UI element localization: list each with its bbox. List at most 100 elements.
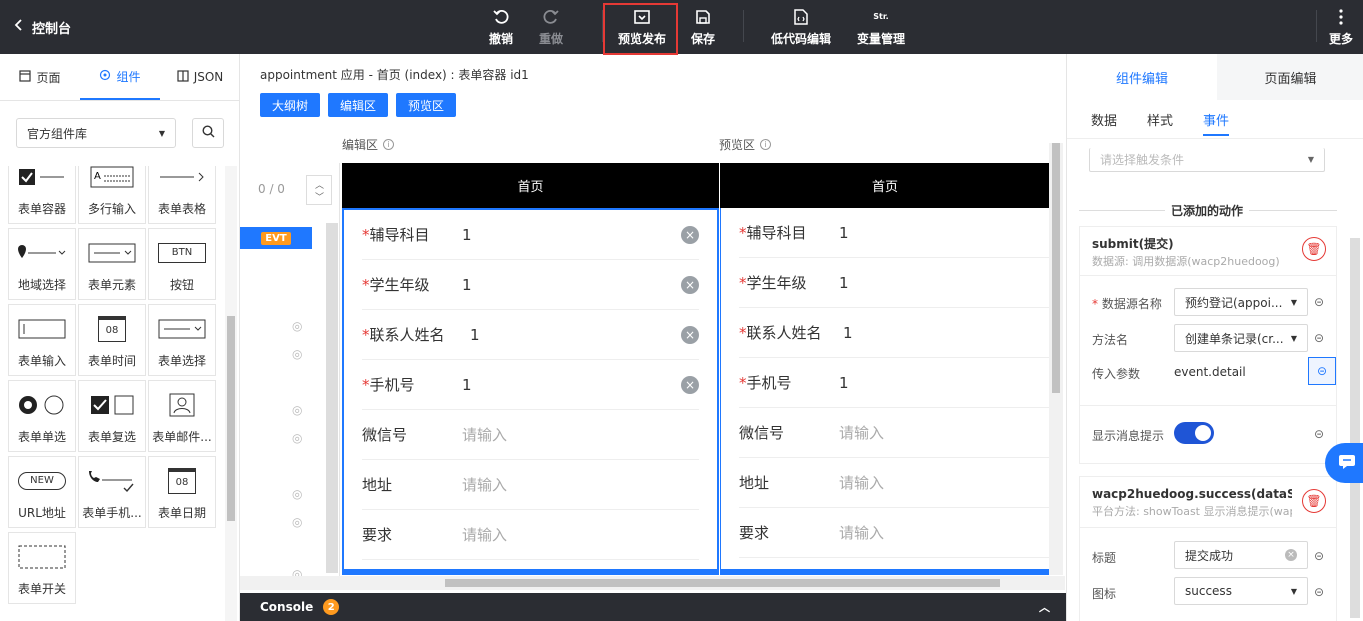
back-to-console-button[interactable]: 控制台 bbox=[14, 16, 71, 38]
subtab-events[interactable]: 事件 bbox=[1203, 110, 1229, 129]
left-scrollbar[interactable] bbox=[225, 166, 237, 621]
undo-button[interactable]: 撤销 bbox=[483, 4, 519, 50]
field-placeholder[interactable]: 请输入 bbox=[462, 424, 507, 445]
eye-icon[interactable]: ◎ bbox=[292, 487, 302, 501]
component-date[interactable]: 08 表单日期 bbox=[148, 456, 216, 528]
chevron-up-icon[interactable]: ︿ bbox=[1039, 599, 1050, 615]
clear-icon[interactable]: × bbox=[681, 375, 699, 394]
field-value[interactable]: 1 bbox=[839, 274, 849, 292]
component-checkbox[interactable]: 表单复选 bbox=[78, 380, 146, 452]
info-icon[interactable]: i bbox=[760, 139, 772, 150]
form-field-row[interactable]: 地址 请输入 bbox=[739, 458, 1049, 508]
toast-title-input[interactable]: 提交成功 × bbox=[1174, 541, 1308, 569]
save-button[interactable]: 保存 bbox=[686, 4, 720, 50]
eye-icon[interactable]: ◎ bbox=[292, 515, 302, 529]
tab-components[interactable]: 组件 bbox=[80, 54, 160, 100]
form-field-row[interactable]: *手机号 1 × bbox=[362, 360, 699, 410]
clear-icon[interactable]: × bbox=[681, 325, 699, 344]
link-icon[interactable]: ⊝ bbox=[1314, 295, 1324, 309]
scroll-thumb[interactable] bbox=[445, 579, 1000, 587]
eye-icon[interactable]: ◎ bbox=[292, 431, 302, 445]
component-textarea[interactable]: A 多行输入 bbox=[78, 166, 146, 224]
chat-help-button[interactable] bbox=[1325, 443, 1363, 483]
console-bar[interactable]: Console 2 ︿ bbox=[240, 593, 1066, 621]
link-icon[interactable]: ⊝ bbox=[1314, 585, 1324, 599]
tab-pages[interactable]: 页面 bbox=[0, 54, 80, 100]
edit-area-button[interactable]: 编辑区 bbox=[328, 93, 388, 117]
component-form-container[interactable]: 表单容器 bbox=[8, 166, 76, 224]
tab-component-edit[interactable]: 组件编辑 bbox=[1067, 54, 1217, 100]
component-button[interactable]: BTN 按钮 bbox=[148, 228, 216, 300]
form-field-row[interactable]: *手机号 1 bbox=[739, 358, 1049, 408]
method-select[interactable]: 创建单条记录(cr... ▼ bbox=[1174, 324, 1308, 352]
form-field-row[interactable]: 微信号 请输入 bbox=[739, 408, 1049, 458]
clear-icon[interactable]: × bbox=[681, 225, 699, 244]
lowcode-edit-button[interactable]: 低代码编辑 bbox=[768, 4, 834, 50]
component-phone[interactable]: 表单手机... bbox=[78, 456, 146, 528]
link-icon[interactable]: ⊝ bbox=[1314, 549, 1324, 563]
field-placeholder[interactable]: 请输入 bbox=[839, 522, 884, 543]
toast-icon-select[interactable]: success ▼ bbox=[1174, 577, 1308, 605]
link-icon[interactable]: ⊝ bbox=[1308, 357, 1336, 385]
form-field-row[interactable]: 微信号 请输入 bbox=[362, 410, 699, 460]
params-value[interactable]: event.detail bbox=[1174, 365, 1246, 379]
delete-action-button[interactable]: 🗑 bbox=[1302, 489, 1326, 513]
form-field-row[interactable]: *学生年级 1 bbox=[739, 258, 1049, 308]
field-value[interactable]: 1 bbox=[462, 226, 472, 244]
component-form-select[interactable]: 表单选择 bbox=[148, 304, 216, 376]
eye-icon[interactable]: ◎ bbox=[292, 319, 302, 333]
redo-button[interactable]: 重做 bbox=[533, 4, 569, 50]
eye-icon[interactable]: ◎ bbox=[292, 347, 302, 361]
form-field-row[interactable]: *辅导科目 1 bbox=[739, 208, 1049, 258]
link-icon[interactable]: ⊝ bbox=[1314, 427, 1324, 441]
delete-action-button[interactable]: 🗑 bbox=[1302, 237, 1326, 261]
field-placeholder[interactable]: 请输入 bbox=[839, 422, 884, 443]
scroll-thumb[interactable] bbox=[1052, 143, 1060, 393]
component-form-element[interactable]: 表单元素 bbox=[78, 228, 146, 300]
form-field-row[interactable]: 要求 请输入 bbox=[362, 510, 699, 560]
field-placeholder[interactable]: 请输入 bbox=[462, 524, 507, 545]
component-form-time[interactable]: 08 表单时间 bbox=[78, 304, 146, 376]
canvas-vertical-scrollbar[interactable] bbox=[1049, 143, 1063, 575]
component-search-button[interactable] bbox=[192, 118, 224, 148]
component-region-select[interactable]: 地域选择 bbox=[8, 228, 76, 300]
scroll-thumb[interactable] bbox=[227, 316, 235, 521]
field-value[interactable]: 1 bbox=[843, 324, 853, 342]
field-value[interactable]: 1 bbox=[462, 376, 472, 394]
canvas-horizontal-scrollbar[interactable] bbox=[240, 576, 1065, 590]
chevron-down-icon[interactable]: ﹀ bbox=[315, 190, 324, 203]
component-radio[interactable]: 表单单选 bbox=[8, 380, 76, 452]
form-field-row[interactable]: 要求 请输入 bbox=[739, 508, 1049, 558]
more-button[interactable]: 更多 bbox=[1326, 4, 1356, 50]
trigger-select[interactable]: 请选择触发条件 ▼ bbox=[1089, 148, 1325, 172]
component-form-table[interactable]: 表单表格 bbox=[148, 166, 216, 224]
tab-page-edit[interactable]: 页面编辑 bbox=[1217, 54, 1363, 100]
subtab-style[interactable]: 样式 bbox=[1147, 110, 1173, 129]
clear-icon[interactable]: × bbox=[1285, 549, 1297, 561]
field-value[interactable]: 1 bbox=[839, 374, 849, 392]
eye-icon[interactable]: ◎ bbox=[292, 403, 302, 417]
field-placeholder[interactable]: 请输入 bbox=[462, 474, 507, 495]
field-value[interactable]: 1 bbox=[470, 326, 480, 344]
field-placeholder[interactable]: 请输入 bbox=[839, 472, 884, 493]
component-library-select[interactable]: 官方组件库 ▼ bbox=[16, 118, 176, 148]
link-icon[interactable]: ⊝ bbox=[1314, 331, 1324, 345]
field-value[interactable]: 1 bbox=[839, 224, 849, 242]
preview-area-button[interactable]: 预览区 bbox=[396, 93, 456, 117]
form-field-row[interactable]: *学生年级 1 × bbox=[362, 260, 699, 310]
pager-stepper[interactable]: ︿ ﹀ bbox=[306, 175, 332, 205]
datasource-select[interactable]: 预约登记(appoi... ▼ bbox=[1174, 288, 1308, 316]
info-icon[interactable]: i bbox=[383, 139, 395, 150]
right-scrollbar[interactable] bbox=[1350, 238, 1360, 618]
component-switch[interactable]: 表单开关 bbox=[8, 532, 76, 604]
event-node[interactable]: EVT bbox=[240, 227, 312, 249]
tab-json[interactable]: JSON bbox=[160, 54, 240, 100]
form-field-row[interactable]: 地址 请输入 bbox=[362, 460, 699, 510]
subtab-data[interactable]: 数据 bbox=[1091, 110, 1117, 129]
component-form-input[interactable]: 表单输入 bbox=[8, 304, 76, 376]
outline-scrollbar[interactable] bbox=[326, 223, 338, 573]
clear-icon[interactable]: × bbox=[681, 275, 699, 294]
variable-manage-button[interactable]: Str. 变量管理 bbox=[852, 4, 910, 50]
form-field-row[interactable]: *辅导科目 1 × bbox=[362, 210, 699, 260]
toast-toggle[interactable] bbox=[1174, 422, 1214, 444]
